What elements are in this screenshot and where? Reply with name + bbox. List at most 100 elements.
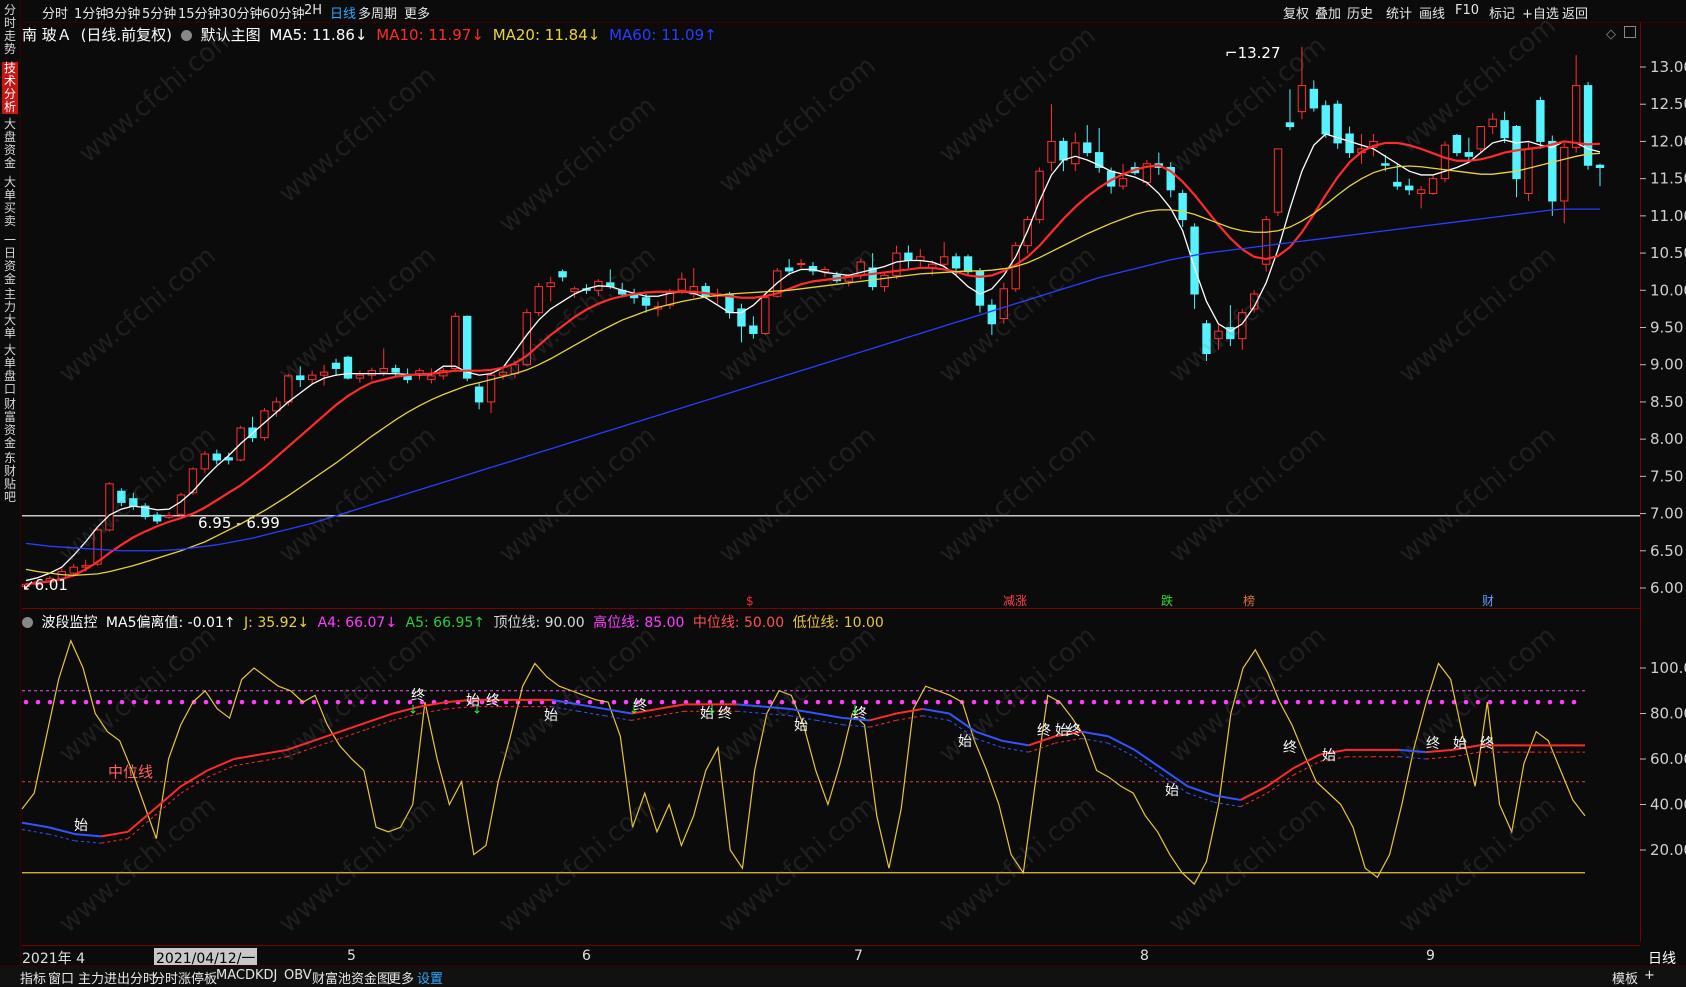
candle-body[interactable] — [463, 315, 472, 379]
candle-body[interactable] — [498, 371, 508, 376]
candle-body[interactable] — [1536, 99, 1545, 142]
candle-body[interactable] — [701, 286, 710, 297]
candle-body[interactable] — [152, 514, 162, 522]
candle-body[interactable] — [1524, 148, 1533, 195]
candle-body[interactable] — [749, 325, 758, 334]
candle-body[interactable] — [117, 490, 126, 503]
candle-body[interactable] — [1309, 88, 1319, 109]
bottom-right-0[interactable]: 模板 — [1612, 968, 1638, 987]
candle-body[interactable] — [284, 375, 293, 403]
bottom-tab-0[interactable]: 指标 — [20, 968, 46, 987]
candle-body[interactable] — [1440, 144, 1450, 180]
event-marker[interactable]: 榜 — [1243, 593, 1255, 608]
candle-body[interactable] — [474, 386, 484, 403]
candle-body[interactable] — [1452, 134, 1462, 154]
candle-body[interactable] — [1488, 118, 1497, 128]
candle-body[interactable] — [176, 494, 186, 515]
candle-body[interactable] — [1428, 178, 1438, 195]
candle-body[interactable] — [987, 304, 997, 325]
bottom-tab-3[interactable]: 分时涨停板 — [152, 968, 217, 987]
bottom-tab-5[interactable]: KDJ — [255, 968, 277, 983]
indicator-axis-label: 100.0 — [1650, 659, 1686, 677]
diamond-icon[interactable]: ◇ — [1606, 27, 1616, 42]
candle-body[interactable] — [1321, 105, 1330, 135]
candle-body[interactable] — [1548, 140, 1557, 202]
candle-body[interactable] — [784, 267, 794, 272]
candle-body[interactable] — [391, 367, 400, 373]
candle-body[interactable] — [1214, 330, 1223, 340]
candle-body[interactable] — [1118, 178, 1128, 187]
candle-body[interactable] — [1405, 185, 1414, 191]
candle-body[interactable] — [761, 297, 770, 334]
event-marker[interactable]: 跌 — [1161, 593, 1173, 608]
candle-body[interactable] — [200, 453, 210, 470]
candle-body[interactable] — [427, 375, 436, 381]
candle-body[interactable] — [880, 274, 889, 288]
candle-body[interactable] — [1071, 142, 1080, 165]
candle-body[interactable] — [367, 370, 376, 376]
candle-body[interactable] — [1297, 85, 1307, 113]
bottom-tab-4[interactable]: MACD — [216, 968, 255, 983]
candle-body[interactable] — [1393, 181, 1402, 187]
candle-body[interactable] — [1464, 152, 1474, 157]
candle-body[interactable] — [999, 288, 1008, 320]
high-level-dot — [647, 699, 653, 705]
candle-body[interactable] — [1285, 122, 1295, 128]
candle-body[interactable] — [164, 515, 174, 518]
kline-chart[interactable]: 13.00 12.50 12.00 11.50 11.00 10.50 10.00 9.50 9… — [0, 0, 1686, 985]
candle-body[interactable] — [963, 256, 973, 273]
bottom-tab-7[interactable]: 财富池资金图 — [312, 968, 390, 987]
candle-body[interactable] — [451, 315, 460, 369]
bottom-tab-1[interactable]: 窗口 — [48, 968, 74, 987]
high-level-dot — [323, 699, 329, 705]
candle-body[interactable] — [570, 288, 579, 293]
candle-body[interactable] — [1500, 120, 1509, 139]
high-level-dot — [1571, 699, 1577, 705]
candle-body[interactable] — [677, 278, 687, 291]
candle-body[interactable] — [939, 256, 949, 265]
bottom-tab-2[interactable]: 主力进出分时 — [78, 968, 156, 987]
candle-body[interactable] — [1202, 323, 1211, 355]
bottom-right-1[interactable]: + — [1644, 968, 1655, 983]
candle-body[interactable] — [1571, 85, 1581, 148]
candle-body[interactable] — [1059, 140, 1068, 161]
candle-body[interactable] — [307, 374, 317, 381]
event-marker[interactable]: $ — [746, 594, 754, 608]
band-line-2 — [21, 829, 49, 835]
band-line-2 — [1426, 756, 1453, 760]
candle-body[interactable] — [1595, 164, 1605, 168]
candle-body[interactable] — [951, 256, 961, 269]
event-marker[interactable]: 减涨 — [1003, 593, 1027, 608]
candle-body[interactable] — [212, 453, 221, 461]
candle-body[interactable] — [558, 271, 567, 278]
candle-body[interactable] — [319, 371, 329, 376]
candle-body[interactable] — [1273, 148, 1283, 213]
candle-body[interactable] — [1381, 163, 1390, 166]
candle-body[interactable] — [129, 498, 138, 507]
candle-body[interactable] — [641, 297, 651, 306]
candle-body[interactable] — [1345, 133, 1354, 154]
candle-body[interactable] — [1416, 189, 1426, 195]
candle-body[interactable] — [355, 374, 365, 379]
candle-body[interactable] — [546, 282, 555, 288]
candle-body[interactable] — [69, 566, 78, 574]
candle-body[interactable] — [379, 367, 388, 373]
candle-body[interactable] — [105, 483, 114, 531]
candle-body[interactable] — [1083, 142, 1092, 154]
bottom-tab-8[interactable]: 更多 — [388, 968, 414, 987]
candle-body[interactable] — [1476, 126, 1485, 150]
candle-body[interactable] — [796, 262, 806, 265]
band-line-2 — [578, 710, 605, 717]
event-marker[interactable]: 财 — [1482, 594, 1494, 608]
candle-body[interactable] — [343, 356, 353, 379]
bottom-tab-6[interactable]: OBV — [284, 968, 312, 983]
window-icon[interactable] — [1624, 26, 1636, 38]
candle-body[interactable] — [331, 362, 341, 369]
candle-body[interactable] — [1047, 140, 1056, 163]
candle-body[interactable] — [296, 375, 305, 381]
candle-body[interactable] — [534, 286, 543, 314]
candle-body[interactable] — [1560, 146, 1569, 202]
candle-body[interactable] — [904, 252, 913, 262]
candle-body[interactable] — [1178, 193, 1187, 221]
bottom-tab-9[interactable]: 设置 — [417, 968, 443, 987]
